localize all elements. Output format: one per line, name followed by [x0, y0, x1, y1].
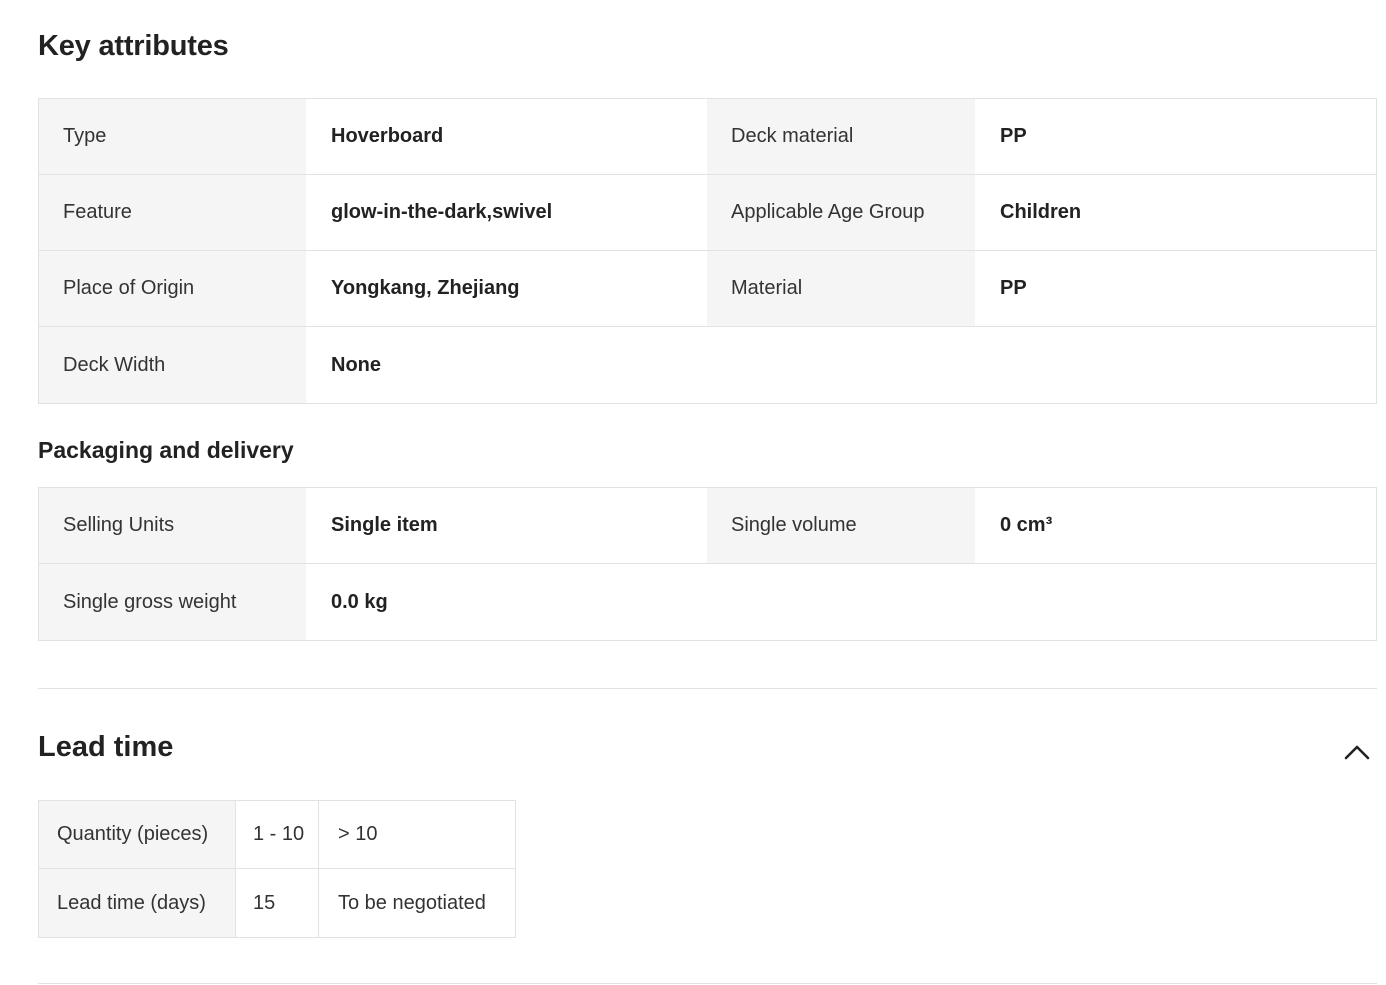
attribute-label: Applicable Age Group: [707, 175, 975, 250]
attribute-value: glow-in-the-dark,swivel: [306, 175, 707, 250]
attribute-label: Deck material: [707, 99, 975, 174]
section-divider: [38, 983, 1377, 984]
attribute-value: Yongkang, Zhejiang: [306, 251, 707, 326]
attribute-row: Deck Width None: [39, 327, 1376, 403]
table-cell: > 10: [338, 823, 378, 845]
packaging-table: Selling Units Single item Single volume …: [38, 487, 1377, 641]
attribute-label: Feature: [39, 175, 306, 250]
collapse-lead-time-button[interactable]: [1339, 736, 1375, 768]
product-details-page: Key attributes Type Hoverboard Deck mate…: [0, 0, 1386, 985]
attribute-value: 0.0 kg: [306, 564, 1376, 640]
table-cell: 15: [236, 869, 319, 937]
key-attributes-table: Type Hoverboard Deck material PP Feature…: [38, 98, 1377, 404]
attribute-row: Feature glow-in-the-dark,swivel Applicab…: [39, 175, 1376, 251]
attribute-label: Single gross weight: [39, 564, 306, 640]
table-row: Lead time (days) 15 To be negotiated: [39, 869, 515, 937]
attribute-value: Hoverboard: [306, 99, 707, 174]
attribute-row: Type Hoverboard Deck material PP: [39, 99, 1376, 175]
attribute-row: Single gross weight 0.0 kg: [39, 564, 1376, 640]
attribute-value: PP: [975, 99, 1376, 174]
attribute-value: Single item: [306, 488, 707, 563]
attribute-value: 0 cm³: [975, 488, 1376, 563]
table-row: Quantity (pieces) 1 - 10 > 10: [39, 801, 515, 869]
attribute-label: Single volume: [707, 488, 975, 563]
attribute-value: PP: [975, 251, 1376, 326]
attribute-value: Children: [975, 175, 1376, 250]
attribute-label: Place of Origin: [39, 251, 306, 326]
attribute-label: Deck Width: [39, 327, 306, 403]
section-divider: [38, 688, 1377, 689]
attribute-row: Selling Units Single item Single volume …: [39, 488, 1376, 564]
table-cell: To be negotiated: [338, 891, 486, 914]
table-row-header: Quantity (pieces): [39, 801, 236, 868]
key-attributes-heading: Key attributes: [38, 30, 229, 62]
lead-time-heading: Lead time: [38, 731, 174, 763]
lead-time-table: Quantity (pieces) 1 - 10 > 10 Lead time …: [38, 800, 516, 938]
chevron-up-icon: [1344, 745, 1370, 760]
table-cell: 1 - 10: [236, 801, 319, 868]
attribute-label: Material: [707, 251, 975, 326]
attribute-label: Selling Units: [39, 488, 306, 563]
attribute-row: Place of Origin Yongkang, Zhejiang Mater…: [39, 251, 1376, 327]
attribute-label: Type: [39, 99, 306, 174]
packaging-heading: Packaging and delivery: [38, 437, 294, 463]
attribute-value: None: [306, 327, 1376, 403]
table-row-header: Lead time (days): [39, 869, 236, 937]
